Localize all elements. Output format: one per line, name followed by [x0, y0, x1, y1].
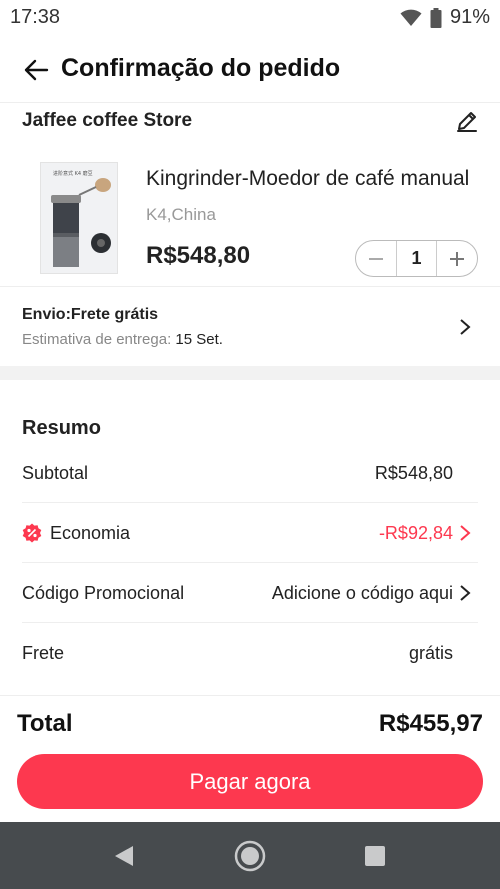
freight-value: grátis — [408, 643, 453, 663]
promo-code-row[interactable]: Código Promocional Adicione o código aqu… — [0, 563, 500, 623]
checkout-footer: Total R$455,97 Pagar agora — [0, 695, 500, 825]
chevron-right-icon — [460, 525, 471, 541]
page-title: Confirmação do pedido — [61, 54, 341, 82]
discount-row[interactable]: Economia -R$92,84 — [0, 503, 500, 563]
estimate-date: 15 Set. — [175, 331, 223, 348]
page-header: Confirmação do pedido — [0, 40, 500, 100]
battery-icon — [430, 7, 442, 28]
status-bar: 17:38 91% — [0, 0, 500, 36]
product-price: R$548,80 — [146, 242, 251, 269]
wifi-icon — [400, 9, 422, 26]
status-right: 91% — [400, 6, 490, 29]
summary-title: Resumo — [22, 417, 101, 439]
freight-label: Frete — [22, 643, 65, 663]
thumb-caption: 进阶意式 K4 磨豆 — [53, 170, 93, 177]
pay-now-button[interactable]: Pagar agora — [17, 754, 483, 809]
product-variant: K4,China — [146, 205, 216, 224]
promo-value: Adicione o código aqui — [271, 583, 453, 603]
subtotal-row: Subtotal R$548,80 — [0, 443, 500, 503]
nav-home-button[interactable] — [234, 840, 266, 872]
product-name[interactable]: Kingrinder-Moedor de café manual — [146, 167, 481, 191]
nav-home-icon — [234, 840, 266, 872]
battery-percent: 91% — [449, 6, 490, 28]
nav-back-button[interactable] — [108, 840, 140, 872]
shipping-title: Envio:Frete grátis — [22, 306, 159, 323]
nav-recents-icon — [365, 846, 385, 866]
back-arrow-icon[interactable] — [22, 56, 50, 84]
section-separator — [0, 366, 500, 380]
decrease-quantity-button[interactable] — [356, 241, 396, 276]
discount-badge-icon — [22, 523, 42, 543]
total-value: R$455,97 — [378, 710, 483, 737]
chevron-right-icon — [460, 585, 471, 601]
subtotal-label: Subtotal — [22, 463, 89, 483]
increase-quantity-button[interactable] — [437, 241, 477, 276]
chevron-right-icon — [460, 319, 471, 335]
quantity-value[interactable]: 1 — [396, 241, 437, 276]
nav-recents-button[interactable] — [359, 840, 391, 872]
status-time: 17:38 — [10, 6, 61, 28]
estimate-label: Estimativa de entrega: — [22, 331, 172, 348]
subtotal-value: R$548,80 — [374, 463, 453, 483]
quantity-stepper: 1 — [355, 240, 478, 277]
discount-label: Economia — [50, 523, 131, 543]
nav-back-icon — [115, 846, 133, 866]
total-label: Total — [17, 710, 73, 737]
promo-label: Código Promocional — [22, 583, 185, 603]
divider — [0, 286, 500, 287]
store-row: Jaffee coffee Store — [0, 102, 500, 142]
store-name: Jaffee coffee Store — [22, 110, 193, 131]
system-nav-bar — [0, 822, 500, 889]
edit-pencil-icon[interactable] — [454, 108, 480, 134]
shipping-row[interactable]: Envio:Frete grátis Estimativa de entrega… — [0, 295, 500, 361]
product-image[interactable]: 进阶意式 K4 磨豆 — [40, 162, 118, 274]
shipping-estimate: Estimativa de entrega: 15 Set. — [22, 331, 223, 348]
grinder-image: 进阶意式 K4 磨豆 — [41, 163, 117, 273]
minus-icon — [369, 257, 383, 260]
discount-value: -R$92,84 — [378, 523, 453, 543]
freight-row: Frete grátis — [0, 623, 500, 683]
plus-icon — [450, 251, 464, 266]
